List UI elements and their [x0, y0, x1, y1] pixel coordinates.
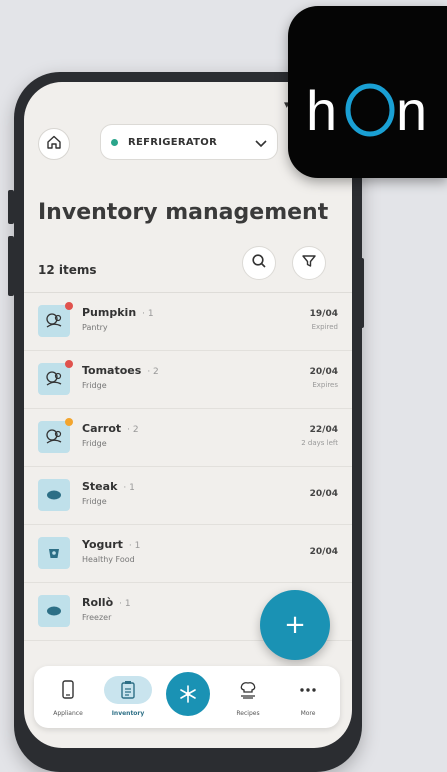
phone-side-button — [358, 258, 364, 328]
meat-icon — [38, 479, 70, 511]
inventory-list: Pumpkin · 1 Pantry 19/04 Expired Tomatoes… — [24, 292, 352, 641]
logo-ring — [345, 83, 395, 137]
item-location: Pantry — [82, 323, 108, 332]
item-quantity: · 1 — [142, 309, 154, 319]
expiry-badge — [65, 302, 73, 310]
home-icon — [46, 134, 62, 154]
meat-icon — [38, 595, 70, 627]
item-name: Carrot · 2 — [82, 422, 139, 435]
logo-letter-h: h — [306, 79, 337, 142]
chef-hat-icon — [233, 676, 263, 704]
item-quantity: · 2 — [147, 367, 159, 377]
appliance-selector[interactable]: REFRIGERATOR — [100, 124, 278, 160]
item-date: 19/04 — [309, 309, 338, 319]
phone-side-button — [8, 190, 14, 224]
tab-label: Recipes — [236, 710, 260, 717]
item-quantity: · 1 — [119, 599, 131, 609]
item-note: Expires — [312, 381, 338, 389]
hon-logo-mark: h n — [306, 79, 427, 142]
snowflake-icon — [166, 672, 210, 716]
appliance-label: REFRIGERATOR — [128, 136, 218, 148]
tab-freezer[interactable] — [158, 666, 218, 728]
vegetables-icon — [38, 360, 73, 395]
filter-button[interactable] — [292, 246, 326, 280]
clipboard-icon — [104, 676, 152, 704]
list-item[interactable]: Pumpkin · 1 Pantry 19/04 Expired — [24, 293, 352, 351]
item-note: 2 days left — [301, 439, 338, 447]
chevron-down-icon — [255, 133, 267, 152]
vegetables-icon — [38, 302, 73, 337]
yogurt-icon — [38, 537, 70, 569]
item-date: 20/04 — [309, 489, 338, 499]
item-date: 20/04 — [309, 547, 338, 557]
item-date: 22/04 — [309, 425, 338, 435]
item-location: Freezer — [82, 613, 112, 622]
phone-side-button — [8, 236, 14, 296]
item-location: Healthy Food — [82, 555, 135, 564]
filter-icon — [301, 253, 317, 273]
tab-inventory[interactable]: Inventory — [98, 666, 158, 728]
item-name: Pumpkin · 1 — [82, 306, 154, 319]
page-title: Inventory management — [38, 200, 329, 225]
item-name: Tomatoes · 2 — [82, 364, 159, 377]
home-button[interactable] — [38, 128, 70, 160]
item-name: Yogurt · 1 — [82, 538, 141, 551]
list-item[interactable]: Carrot · 2 Fridge 22/04 2 days left — [24, 409, 352, 467]
vegetables-icon — [38, 418, 73, 453]
add-item-button[interactable]: + — [260, 590, 330, 660]
expiry-badge — [65, 360, 73, 368]
tab-appliance[interactable]: Appliance — [38, 666, 98, 728]
logo-letter-n: n — [396, 79, 427, 142]
item-name: Rollò · 1 — [82, 596, 131, 609]
list-item[interactable]: Tomatoes · 2 Fridge 20/04 Expires — [24, 351, 352, 409]
list-item[interactable]: Steak · 1 Fridge 20/04 — [24, 467, 352, 525]
item-location: Fridge — [82, 381, 107, 390]
tab-label: Inventory — [111, 710, 145, 717]
tab-recipes[interactable]: Recipes — [218, 666, 278, 728]
item-count: 12 items — [38, 263, 97, 277]
more-icon — [293, 676, 323, 704]
search-button[interactable] — [242, 246, 276, 280]
app-screen: ▾◢ REFRIGERATOR Inventory management 12 … — [24, 82, 352, 748]
item-note: Expired — [311, 323, 338, 331]
item-date: 20/04 — [309, 367, 338, 377]
bottom-tab-bar: Appliance Inventory Recipes More — [34, 666, 340, 728]
tab-label: Appliance — [53, 710, 83, 717]
tab-label: More — [300, 710, 316, 717]
item-location: Fridge — [82, 439, 107, 448]
tab-more[interactable]: More — [278, 666, 338, 728]
item-name: Steak · 1 — [82, 480, 135, 493]
item-location: Fridge — [82, 497, 107, 506]
appliance-status-dot — [111, 138, 118, 146]
phone-icon — [53, 676, 83, 704]
item-quantity: · 1 — [128, 541, 141, 551]
search-icon — [251, 253, 267, 273]
item-quantity: · 1 — [123, 483, 135, 493]
expiry-badge — [65, 418, 73, 426]
list-item[interactable]: Yogurt · 1 Healthy Food 20/04 — [24, 525, 352, 583]
hon-logo: h n — [288, 6, 447, 178]
item-quantity: · 2 — [127, 425, 139, 435]
